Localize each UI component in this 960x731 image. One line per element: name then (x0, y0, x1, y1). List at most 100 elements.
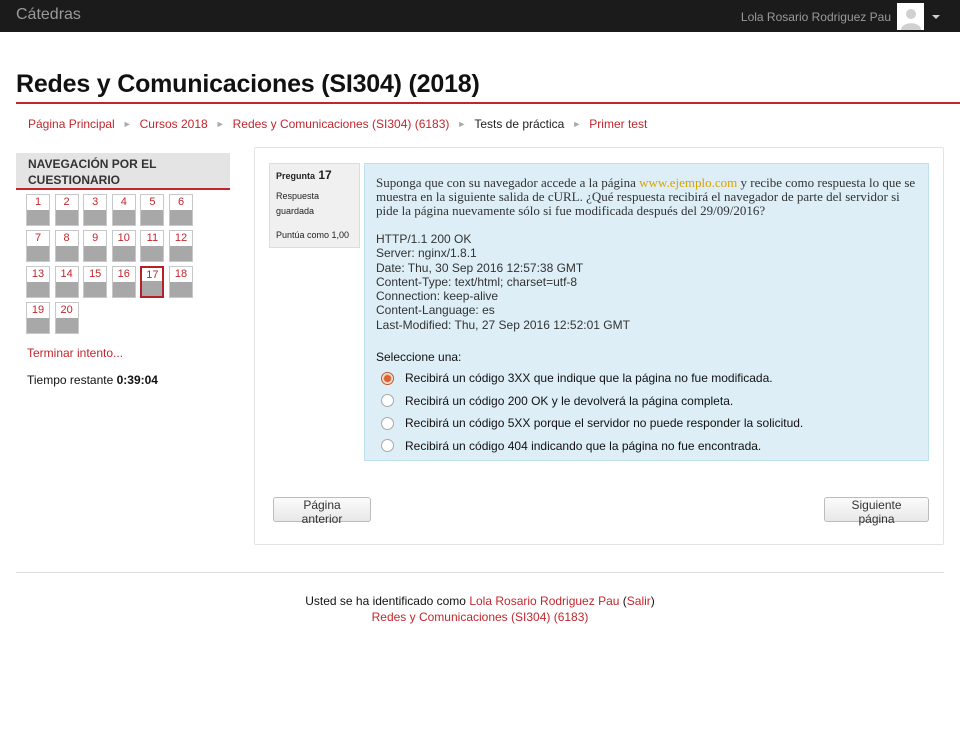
question-nav-button[interactable]: 20 (54, 302, 79, 334)
curl-line: Connection: keep-alive (376, 289, 499, 304)
question-nav-button[interactable]: 7 (26, 230, 50, 262)
question-nav-number: 13 (31, 268, 45, 280)
previous-page-button[interactable]: Página anterior (273, 497, 371, 526)
answered-indicator (27, 318, 49, 333)
curl-line: Last-Modified: Thu, 27 Sep 2016 12:52:01… (376, 317, 630, 332)
question-nav-button[interactable]: 9 (83, 230, 108, 262)
answered-indicator (27, 246, 49, 261)
footer-user-link[interactable]: Lola Rosario Rodriguez Pau (469, 594, 619, 608)
question-nav-number: 12 (174, 232, 188, 244)
question-number: 17 (318, 168, 332, 182)
question-content: Suponga que con su navegador accede a la… (364, 163, 929, 461)
question-state: Respuesta guardada (276, 191, 320, 216)
answer-radio[interactable] (381, 439, 394, 453)
question-nav-number: 7 (34, 232, 42, 244)
answer-label: Recibirá un código 200 OK y le devolverá… (405, 393, 734, 408)
answered-indicator (170, 210, 192, 225)
question-nav-number: 5 (149, 196, 156, 208)
answered-indicator (112, 210, 135, 225)
site-brand-link[interactable]: Cátedras (16, 6, 81, 24)
question-nav-button[interactable]: 6 (169, 194, 193, 226)
question-nav-number: 19 (31, 304, 45, 316)
user-menu[interactable]: Lola Rosario Rodriguez Pau (741, 3, 940, 30)
question-nav-button[interactable]: 16 (111, 266, 136, 298)
page-title: Redes y Comunicaciones (SI304) (2018) (16, 70, 480, 98)
question-nav-button[interactable]: 15 (83, 266, 108, 298)
curl-line: Content-Language: es (376, 303, 495, 318)
question-nav-button[interactable]: 18 (169, 266, 193, 298)
heading-divider (16, 102, 960, 104)
question-nav-number: 3 (92, 196, 99, 208)
question-nav-number: 8 (63, 232, 70, 244)
question-nav-button[interactable]: 13 (26, 266, 50, 298)
question-grade: Puntúa como 1,00 (276, 230, 350, 240)
question-nav-button[interactable]: 8 (54, 230, 79, 262)
breadcrumb-separator-icon: ► (572, 119, 582, 129)
answered-indicator (55, 246, 78, 261)
answer-radio[interactable] (381, 371, 394, 385)
answer-option[interactable]: Recibirá un código 404 indicando que la … (376, 435, 917, 458)
question-nav-button[interactable]: 4 (111, 194, 136, 226)
question-nav-number: 10 (117, 232, 130, 244)
answered-indicator (55, 210, 78, 225)
answered-indicator (84, 246, 107, 261)
question-text-before: Suponga que con su navegador accede a la… (376, 175, 640, 190)
breadcrumb-item[interactable]: Primer test (589, 117, 647, 131)
next-page-button[interactable]: Siguiente página (824, 497, 929, 526)
breadcrumb-separator-icon: ► (457, 119, 467, 129)
curl-line: HTTP/1.1 200 OK (376, 232, 472, 246)
time-remaining-label: Tiempo restante (27, 373, 114, 387)
logout-link[interactable]: Salir (627, 594, 651, 608)
question-nav-button[interactable]: 10 (111, 230, 136, 262)
question-nav-number: 1 (34, 196, 42, 208)
answer-radio[interactable] (381, 394, 394, 408)
breadcrumb-item[interactable]: Redes y Comunicaciones (SI304) (6183) (233, 117, 450, 131)
breadcrumb-item[interactable]: Página Principal (28, 117, 115, 131)
time-remaining: Tiempo restante 0:39:04 (27, 373, 158, 387)
question-nav-button[interactable]: 17 (140, 266, 165, 298)
question-nav-button[interactable]: 5 (140, 194, 165, 226)
question-nav-button[interactable]: 11 (140, 230, 165, 262)
question-nav-number: 9 (92, 232, 99, 244)
footer-course-link[interactable]: Redes y Comunicaciones (SI304) (6183) (372, 610, 589, 624)
breadcrumb-separator-icon: ► (215, 119, 225, 129)
question-nav-button[interactable]: 19 (26, 302, 50, 334)
answered-indicator (170, 246, 192, 261)
example-url-link[interactable]: www.ejemplo.com (639, 175, 737, 190)
curl-line: Date: Thu, 30 Sep 2016 12:57:38 GMT (376, 260, 584, 275)
question-nav-button[interactable]: 2 (54, 194, 79, 226)
user-avatar-icon[interactable] (897, 3, 924, 30)
login-info-text: Usted se ha identificado como (305, 594, 466, 608)
answer-prompt: Seleccione una: (376, 350, 462, 365)
user-name[interactable]: Lola Rosario Rodriguez Pau (741, 10, 891, 24)
curl-line: Content-Type: text/html; charset=utf-8 (376, 274, 578, 289)
question-nav-button[interactable]: 3 (83, 194, 108, 226)
question-nav-button[interactable]: 1 (26, 194, 50, 226)
finish-attempt-link[interactable]: Terminar intento... (27, 346, 123, 360)
answer-radio[interactable] (381, 416, 394, 430)
breadcrumb-item[interactable]: Cursos 2018 (140, 117, 208, 131)
question-nav-button[interactable]: 14 (54, 266, 79, 298)
quiz-navigation-title: NAVEGACIÓN POR EL CUESTIONARIO (28, 157, 157, 187)
question-nav-number: 6 (177, 196, 185, 208)
chevron-down-icon[interactable] (932, 14, 940, 19)
answer-option[interactable]: Recibirá un código 3XX que indique que l… (376, 367, 917, 390)
answered-indicator (142, 281, 163, 296)
time-remaining-value: 0:39:04 (116, 373, 158, 387)
question-nav-button[interactable]: 12 (169, 230, 193, 262)
question-nav-number: 16 (117, 268, 130, 280)
footer-divider (16, 572, 944, 573)
breadcrumb-separator-icon: ► (122, 119, 132, 129)
answered-indicator (84, 210, 107, 225)
login-info: Usted se ha identificado como Lola Rosar… (305, 594, 655, 608)
question-info-box: Pregunta 17 Respuesta guardada Puntúa co… (269, 163, 360, 248)
answer-option[interactable]: Recibirá un código 5XX porque el servido… (376, 412, 917, 435)
curl-line: Server: nginx/1.8.1 (376, 246, 477, 261)
footer: Usted se ha identificado como Lola Rosar… (0, 593, 960, 625)
question-text: Suponga que con su navegador accede a la… (376, 176, 917, 218)
question-nav-number: 11 (146, 232, 159, 244)
answered-indicator (27, 210, 49, 225)
top-navbar: Cátedras Lola Rosario Rodriguez Pau (0, 0, 960, 32)
answer-label: Recibirá un código 3XX que indique que l… (405, 371, 773, 386)
answer-option[interactable]: Recibirá un código 200 OK y le devolverá… (376, 390, 917, 413)
